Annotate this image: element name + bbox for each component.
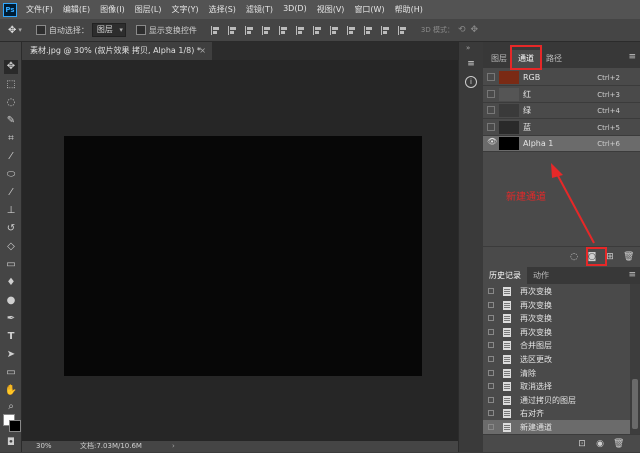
annotation-arrow-icon	[551, 163, 595, 244]
annotation-text: 新建通道	[506, 192, 546, 203]
